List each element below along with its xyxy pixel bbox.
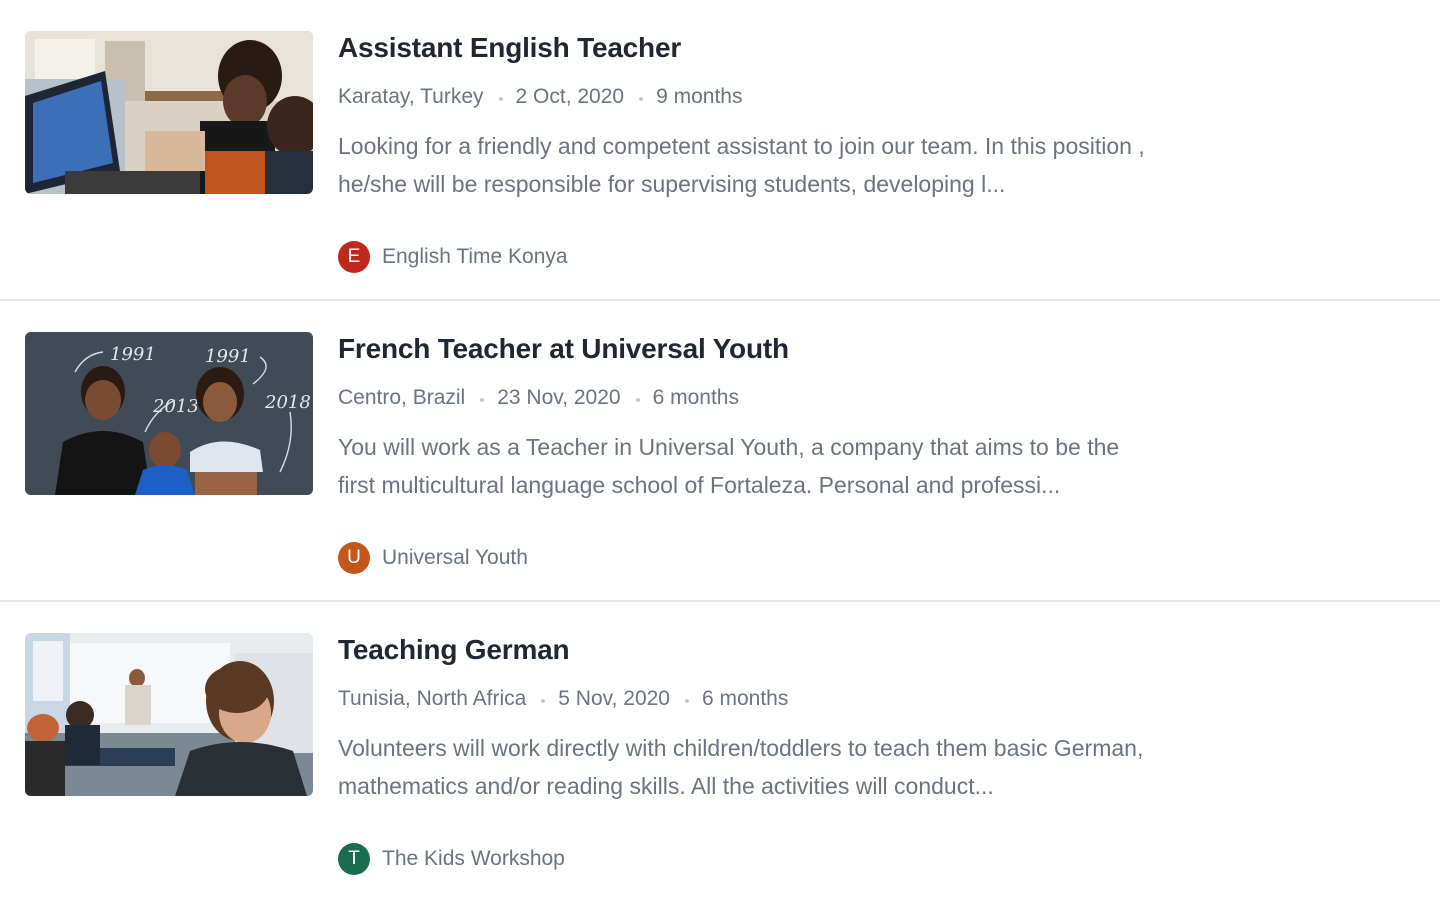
separator-dot [684, 699, 689, 703]
job-card[interactable]: Teaching German Tunisia, North Africa 5 … [0, 602, 1440, 901]
job-meta: Tunisia, North Africa 5 Nov, 2020 6 mont… [338, 683, 788, 715]
separator-dot [480, 398, 485, 402]
chalk-text: 2018 [264, 392, 311, 413]
organization-link[interactable]: T The Kids Workshop [338, 843, 565, 875]
organization-name[interactable]: Universal Youth [382, 542, 528, 574]
chalk-text: 1991 [205, 346, 251, 367]
job-date: 5 Nov, 2020 [558, 687, 670, 710]
job-date: 23 Nov, 2020 [497, 386, 621, 409]
job-date: 2 Oct, 2020 [515, 85, 625, 108]
separator-dot [635, 398, 640, 402]
job-location: Centro, Brazil [338, 386, 466, 409]
job-duration: 6 months [652, 386, 739, 409]
job-title[interactable]: French Teacher at Universal Youth [338, 329, 789, 369]
organization-link[interactable]: E English Time Konya [338, 241, 568, 273]
organization-avatar: T [338, 843, 370, 875]
organization-name[interactable]: The Kids Workshop [382, 843, 565, 875]
job-image[interactable] [25, 633, 313, 796]
job-duration: 9 months [656, 85, 743, 108]
separator-dot [498, 97, 503, 101]
job-location: Karatay, Turkey [338, 85, 484, 108]
chalk-text: 2013 [152, 396, 199, 417]
chalk-text: 1991 [110, 344, 156, 365]
separator-dot [541, 699, 546, 703]
job-card[interactable]: 1991 1991 2013 2018 French Teacher at Un… [0, 301, 1440, 602]
organization-link[interactable]: U Universal Youth [338, 542, 528, 574]
job-card[interactable]: Assistant English Teacher Karatay, Turke… [0, 0, 1440, 301]
job-title[interactable]: Assistant English Teacher [338, 28, 681, 68]
job-list: Assistant English Teacher Karatay, Turke… [0, 0, 1440, 903]
job-description: Looking for a friendly and competent ass… [338, 133, 1145, 197]
job-image[interactable] [25, 31, 313, 194]
job-duration: 6 months [701, 687, 789, 710]
job-location: Tunisia, North Africa [338, 687, 527, 710]
job-description: Volunteers will work directly with child… [338, 735, 1144, 799]
job-title[interactable]: Teaching German [338, 630, 570, 670]
job-meta: Centro, Brazil 23 Nov, 2020 6 months [338, 382, 739, 414]
job-meta: Karatay, Turkey 2 Oct, 2020 9 months [338, 81, 742, 113]
organization-avatar: E [338, 241, 370, 273]
job-image[interactable]: 1991 1991 2013 2018 [25, 332, 313, 495]
organization-name[interactable]: English Time Konya [382, 241, 568, 273]
separator-dot [639, 97, 644, 101]
organization-avatar: U [338, 542, 370, 574]
job-description: You will work as a Teacher in Universal … [338, 434, 1120, 498]
